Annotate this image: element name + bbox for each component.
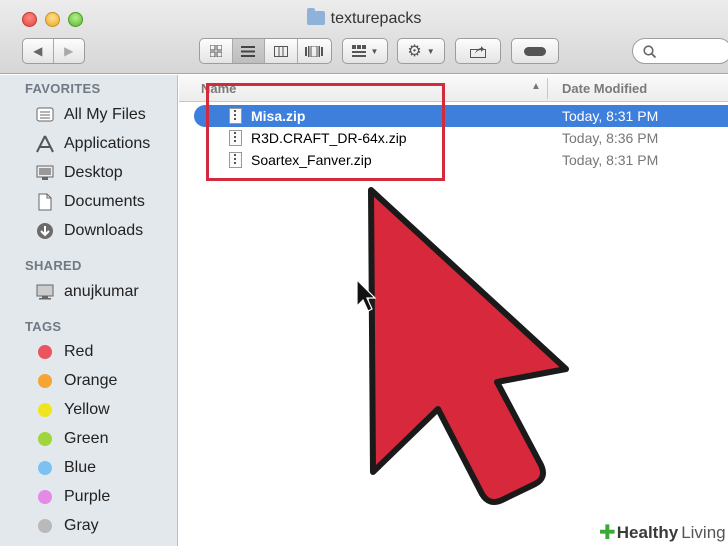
watermark-logo: ✚ Healthy Living — [597, 519, 728, 546]
finder-window: texturepacks ◀ ▶ ▼ ⚙ ▼ FAVORITES All My … — [0, 0, 728, 546]
annotation-arrow-icon — [356, 187, 569, 505]
watermark-text-living: Living — [681, 522, 726, 542]
healthy-living-plus-icon: ✚ — [599, 522, 616, 544]
watermark-text-healthy: Healthy — [616, 522, 679, 542]
